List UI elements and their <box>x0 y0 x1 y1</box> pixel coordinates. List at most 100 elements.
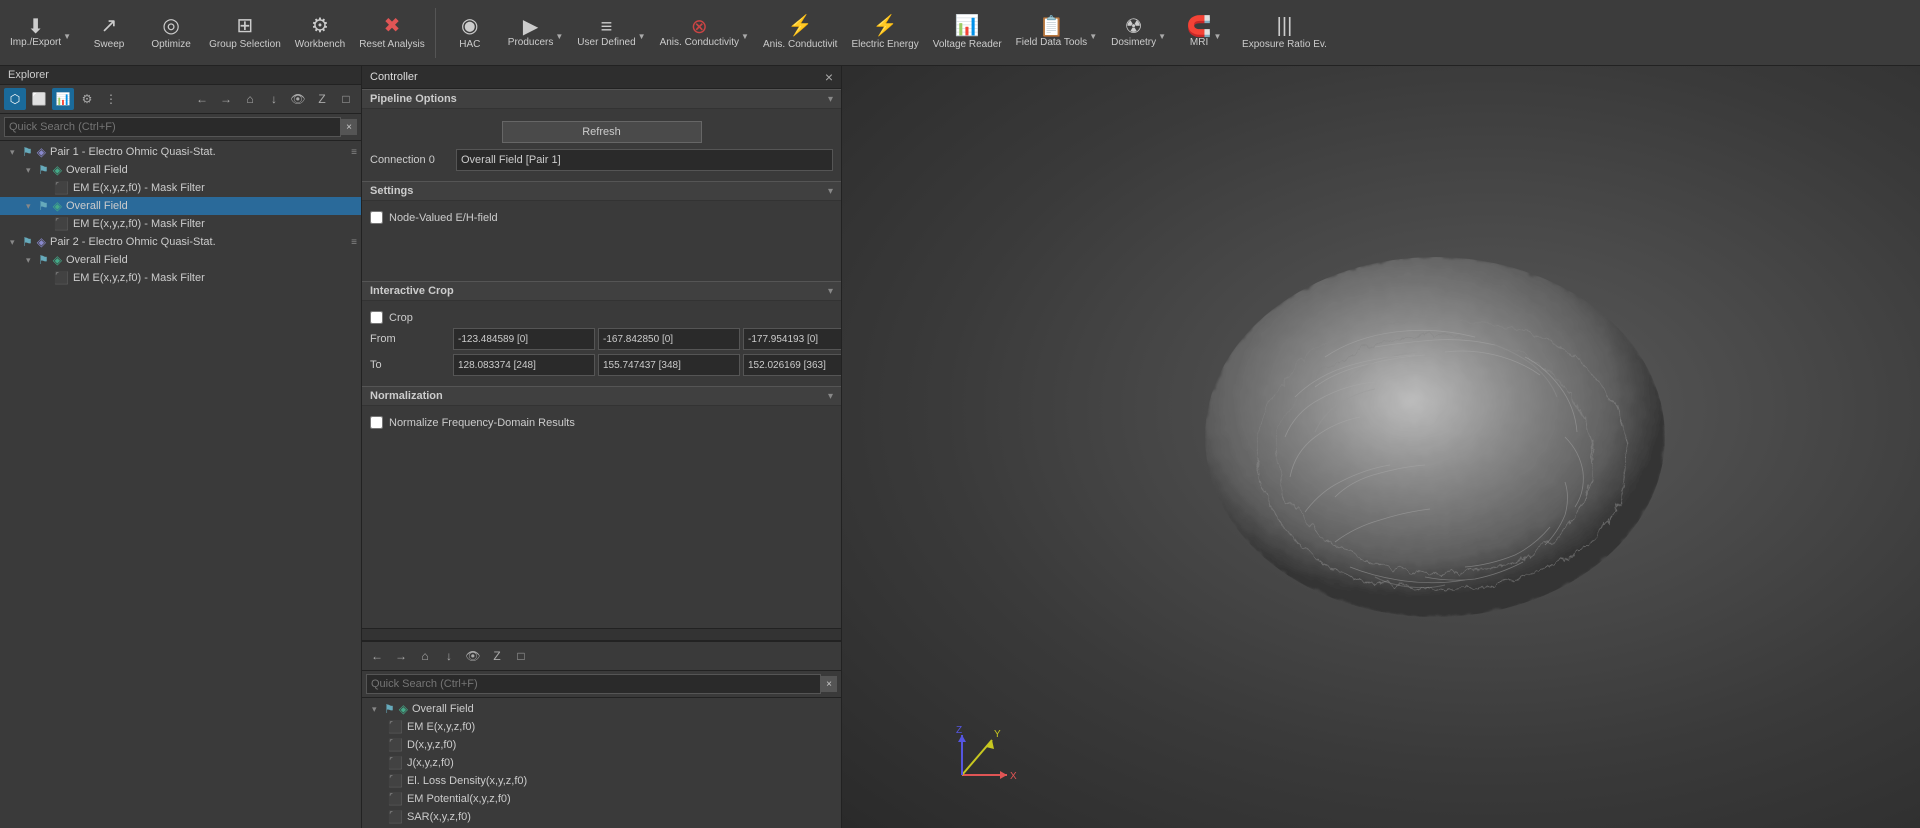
workbench-button[interactable]: ⚙ Workbench <box>289 4 351 62</box>
hac-icon: ◉ <box>461 16 478 36</box>
node-valued-checkbox[interactable] <box>370 211 383 224</box>
producers-button[interactable]: ▶ Producers ▼ <box>502 4 570 62</box>
nav-z-button[interactable]: Z <box>311 88 333 110</box>
pair2-type-icon: ◈ <box>37 235 46 249</box>
tree-item-pair2-em[interactable]: ⬛ EM E(x,y,z,f0) - Mask Filter <box>0 269 361 287</box>
flat-view-button[interactable]: ⬜ <box>28 88 50 110</box>
nav-forward-button[interactable]: → <box>215 88 237 110</box>
nav-square-button[interactable]: □ <box>335 88 357 110</box>
imp-export-arrow: ▼ <box>63 32 71 41</box>
nav-down-button[interactable]: ↓ <box>263 88 285 110</box>
controller-scroll-area[interactable]: Pipeline Options ▾ Refresh Connection 0 … <box>362 89 841 628</box>
anis-conductivity-button[interactable]: ⊗ Anis. Conductivity ▼ <box>654 4 755 62</box>
bottom-nav-forward[interactable]: → <box>390 645 412 667</box>
tree-item-pair1-em[interactable]: ⬛ EM E(x,y,z,f0) - Mask Filter <box>0 179 361 197</box>
pair2-em-label: EM E(x,y,z,f0) - Mask Filter <box>73 272 205 284</box>
chart-view-button[interactable]: 📊 <box>52 88 74 110</box>
bottom-tree-emp[interactable]: ⬛ EM Potential(x,y,z,f0) <box>362 790 841 808</box>
cube-view-button[interactable]: ⬡ <box>4 88 26 110</box>
3d-viewport[interactable]: X Y Z <box>842 66 1920 828</box>
bottom-tree-el[interactable]: ⬛ El. Loss Density(x,y,z,f0) <box>362 772 841 790</box>
explorer-search-clear[interactable]: × <box>341 119 357 135</box>
normalization-header[interactable]: Normalization ▾ <box>362 386 841 406</box>
tree-item-pair2-overall[interactable]: ▾ ⚑ ◈ Overall Field <box>0 251 361 269</box>
main-toolbar: ⬇ Imp./Export ▼ ↗ Sweep ◎ Optimize ⊞ Gro… <box>0 0 1920 66</box>
settings-view-button[interactable]: ⚙ <box>76 88 98 110</box>
tree-item-pair1-overall2[interactable]: ▾ ⚑ ◈ Overall Field <box>0 197 361 215</box>
bottom-nav-home[interactable]: ⌂ <box>414 645 436 667</box>
pair1-type-icon: ◈ <box>37 145 46 159</box>
optimize-button[interactable]: ◎ Optimize <box>141 4 201 62</box>
dosimetry-label: Dosimetry <box>1111 37 1156 48</box>
to-x-input[interactable] <box>453 354 595 376</box>
filter-view-button[interactable]: ⋮ <box>100 88 122 110</box>
tree-item-pair1-overall[interactable]: ▾ ⚑ ◈ Overall Field <box>0 161 361 179</box>
pipeline-options-header[interactable]: Pipeline Options ▾ <box>362 89 841 109</box>
from-x-input[interactable] <box>453 328 595 350</box>
pair1-overall2-type-icon: ◈ <box>53 199 62 213</box>
bottom-overall-label: Overall Field <box>412 703 474 715</box>
bottom-search-input[interactable] <box>366 674 821 694</box>
bottom-search-clear[interactable]: × <box>821 676 837 692</box>
controller-scrollbar[interactable] <box>362 628 841 640</box>
optimize-icon: ◎ <box>162 16 179 36</box>
imp-export-button[interactable]: ⬇ Imp./Export ▼ <box>4 4 77 62</box>
brain-visualization <box>1175 237 1695 657</box>
workbench-label: Workbench <box>295 39 345 50</box>
pair1-em2-icon: ⬛ <box>54 217 69 231</box>
settings-content: Node-Valued E/H-field <box>362 201 841 281</box>
bottom-tree-j[interactable]: ⬛ J(x,y,z,f0) <box>362 754 841 772</box>
to-y-input[interactable] <box>598 354 740 376</box>
user-defined-button[interactable]: ≡ User Defined ▼ <box>571 4 651 62</box>
reset-analysis-button[interactable]: ✖ Reset Analysis <box>353 4 431 62</box>
mri-button[interactable]: 🧲 MRI ▼ <box>1174 4 1234 62</box>
group-selection-icon: ⊞ <box>237 16 254 36</box>
hac-button[interactable]: ◉ HAC <box>440 4 500 62</box>
bottom-tree-d[interactable]: ⬛ D(x,y,z,f0) <box>362 736 841 754</box>
anis-conductivit-button[interactable]: ⚡ Anis. Conductivit <box>757 4 843 62</box>
interactive-crop-header[interactable]: Interactive Crop ▾ <box>362 281 841 301</box>
bottom-nav-down[interactable]: ↓ <box>438 645 460 667</box>
connection-value-input[interactable] <box>456 149 833 171</box>
bottom-tree-em[interactable]: ⬛ EM E(x,y,z,f0) <box>362 718 841 736</box>
normalize-checkbox[interactable] <box>370 416 383 429</box>
settings-header[interactable]: Settings ▾ <box>362 181 841 201</box>
crop-checkbox[interactable] <box>370 311 383 324</box>
field-data-tools-button[interactable]: 📋 Field Data Tools ▼ <box>1010 4 1103 62</box>
electric-energy-button[interactable]: ⚡ Electric Energy <box>845 4 924 62</box>
bottom-tree-sar[interactable]: ⬛ SAR(x,y,z,f0) <box>362 808 841 826</box>
explorer-search-input[interactable] <box>4 117 341 137</box>
pair1-label: Pair 1 - Electro Ohmic Quasi-Stat. <box>50 146 216 158</box>
bottom-el-icon: ⬛ <box>388 774 403 788</box>
tree-item-pair2[interactable]: ▾ ⚑ ◈ Pair 2 - Electro Ohmic Quasi-Stat.… <box>0 233 361 251</box>
from-y-input[interactable] <box>598 328 740 350</box>
pair2-icon: ⚑ <box>22 235 33 249</box>
from-z-input[interactable] <box>743 328 841 350</box>
dosimetry-button[interactable]: ☢ Dosimetry ▼ <box>1105 4 1172 62</box>
to-z-input[interactable] <box>743 354 841 376</box>
settings-title: Settings <box>370 185 413 197</box>
nav-back-button[interactable]: ← <box>191 88 213 110</box>
voltage-reader-button[interactable]: 📊 Voltage Reader <box>927 4 1008 62</box>
sweep-button[interactable]: ↗ Sweep <box>79 4 139 62</box>
nav-home-button[interactable]: ⌂ <box>239 88 261 110</box>
refresh-button[interactable]: Refresh <box>502 121 702 143</box>
controller-close-button[interactable]: × <box>825 69 833 85</box>
nav-eye-button[interactable]: 👁 <box>287 88 309 110</box>
tree-item-pair1-em2[interactable]: ⬛ EM E(x,y,z,f0) - Mask Filter <box>0 215 361 233</box>
bottom-emp-icon: ⬛ <box>388 792 403 806</box>
tree-item-pair1[interactable]: ▾ ⚑ ◈ Pair 1 - Electro Ohmic Quasi-Stat.… <box>0 143 361 161</box>
reset-analysis-label: Reset Analysis <box>359 39 425 50</box>
anis-conductivity-icon: ⊗ <box>691 17 708 37</box>
group-selection-button[interactable]: ⊞ Group Selection <box>203 4 287 62</box>
bottom-tree-overall[interactable]: ▾ ⚑ ◈ Overall Field <box>362 700 841 718</box>
pipeline-options-arrow: ▾ <box>828 94 833 105</box>
bottom-nav-square[interactable]: □ <box>510 645 532 667</box>
bottom-nav-z[interactable]: Z <box>486 645 508 667</box>
voltage-reader-label: Voltage Reader <box>933 39 1002 50</box>
bottom-nav-back[interactable]: ← <box>366 645 388 667</box>
exposure-ratio-button[interactable]: ||| Exposure Ratio Ev. <box>1236 4 1333 62</box>
bottom-sar-label: SAR(x,y,z,f0) <box>407 811 471 823</box>
pair2-badge: ≡ <box>351 237 357 248</box>
bottom-nav-eye[interactable]: 👁 <box>462 645 484 667</box>
